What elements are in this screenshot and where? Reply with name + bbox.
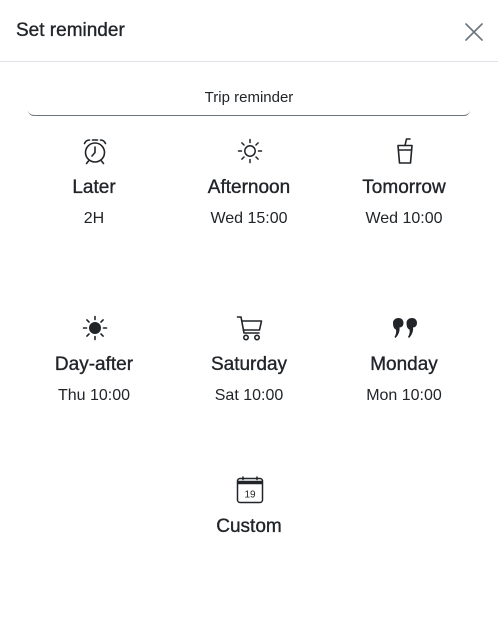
reminder-title-input[interactable] xyxy=(28,80,470,114)
cup-straw-icon xyxy=(391,137,419,165)
option-time: Wed 10:00 xyxy=(365,210,443,227)
option-time: Sat 10:00 xyxy=(214,387,284,404)
option-time: Wed 15:00 xyxy=(210,210,288,227)
sun-fill-icon xyxy=(81,314,109,342)
option-label: Tomorrow xyxy=(362,177,446,198)
option-saturday[interactable]: Saturday Sat 10:00 xyxy=(174,314,324,410)
option-time: 2H xyxy=(83,210,105,227)
reminder-title-field xyxy=(28,80,470,116)
option-label: Monday xyxy=(370,354,438,375)
calendar-icon: 19 xyxy=(236,476,264,504)
option-label: Custom xyxy=(216,516,282,537)
option-label: Day-after xyxy=(54,354,134,375)
quote-icon xyxy=(391,314,419,342)
option-later[interactable]: Later 2H xyxy=(19,137,169,233)
set-reminder-dialog: Set reminder Later 2H xyxy=(0,0,498,644)
option-label: Later xyxy=(72,177,116,198)
option-tomorrow[interactable]: Tomorrow Wed 10:00 xyxy=(329,137,479,233)
cart-icon xyxy=(236,314,264,342)
option-label: Saturday xyxy=(210,354,288,375)
close-icon xyxy=(465,23,483,41)
option-afternoon[interactable]: Afternoon Wed 15:00 xyxy=(174,137,324,233)
option-time: Thu 10:00 xyxy=(57,387,131,404)
calendar-day: 19 xyxy=(244,490,256,501)
sun-outline-icon xyxy=(236,137,264,165)
option-monday[interactable]: Monday Mon 10:00 xyxy=(329,314,479,410)
alarm-clock-icon xyxy=(81,137,109,165)
option-time: Mon 10:00 xyxy=(366,387,442,404)
dialog-header: Set reminder xyxy=(0,0,498,62)
close-button[interactable] xyxy=(462,20,486,44)
dialog-title: Set reminder xyxy=(16,20,125,41)
option-label: Afternoon xyxy=(207,177,291,198)
option-day-after[interactable]: Day-after Thu 10:00 xyxy=(19,314,169,410)
option-custom[interactable]: 19 Custom xyxy=(174,476,324,538)
